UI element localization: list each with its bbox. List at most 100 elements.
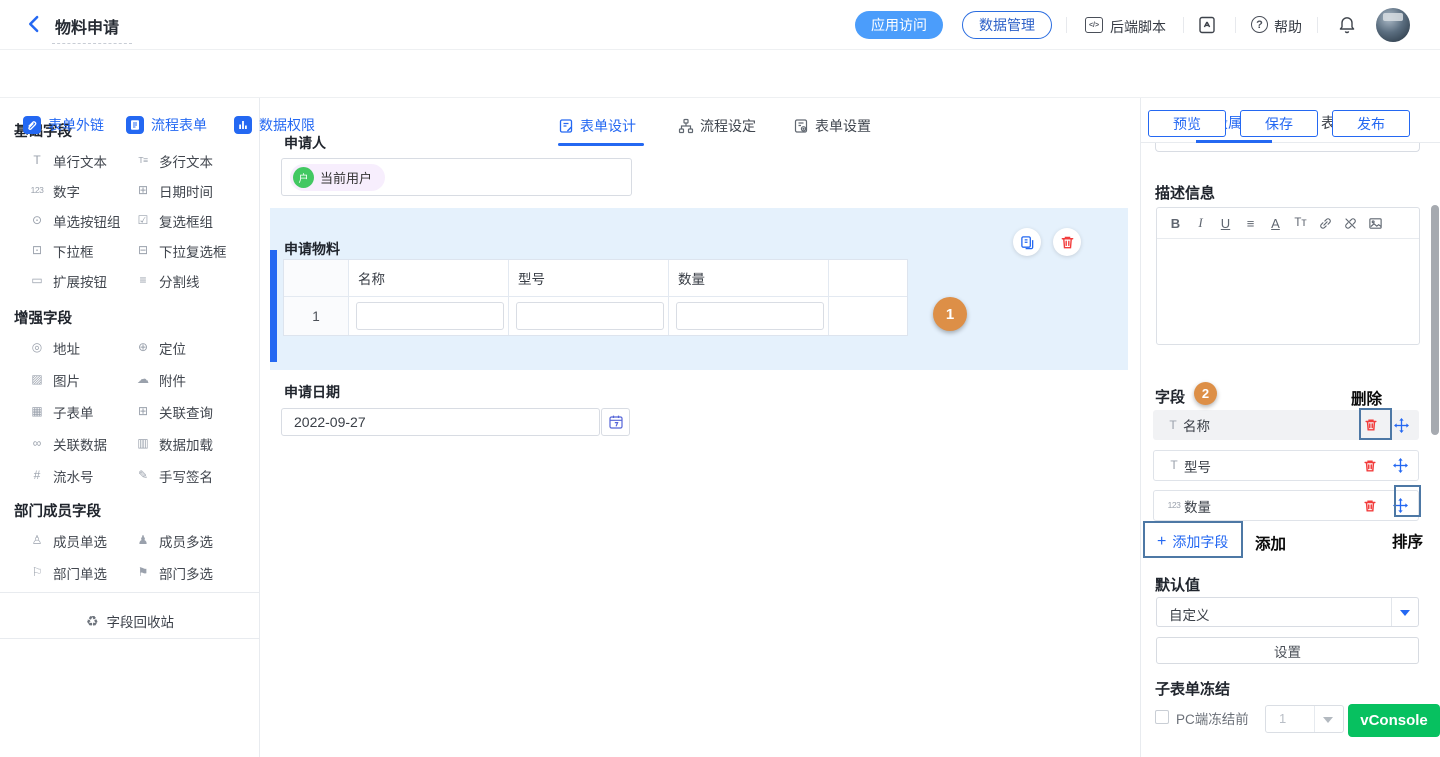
contacts-button[interactable]	[1197, 15, 1217, 35]
date-value: 2022-09-27	[294, 414, 366, 430]
linked-data-icon: ∞	[28, 435, 46, 452]
field-recycle-bin-button[interactable]: ♻ 字段回收站	[0, 606, 260, 636]
tab-form-design[interactable]: 表单设计	[558, 116, 636, 136]
address-icon: ◎	[28, 339, 46, 356]
data-permission-button[interactable]: 数据权限	[234, 115, 315, 135]
backend-script-button[interactable]: 后端脚本	[1110, 17, 1166, 37]
date-input[interactable]: 2022-09-27	[281, 408, 600, 436]
insert-image-button[interactable]	[1363, 216, 1388, 231]
move-field-row-handle[interactable]	[1393, 417, 1409, 433]
font-color-button[interactable]: A	[1263, 216, 1288, 231]
italic-button[interactable]: I	[1188, 215, 1213, 231]
sidebar-item-data-load[interactable]: ▥数据加载	[134, 435, 213, 452]
sidebar-item-linked-query[interactable]: ⊞关联查询	[134, 403, 213, 420]
sidebar-item-select[interactable]: ⊡下拉框	[28, 242, 94, 259]
properties-panel: 字段属性 表单属性 描述信息 B I U ≡ A Tт	[1140, 98, 1440, 757]
underline-button[interactable]: U	[1213, 216, 1238, 231]
tab-flow-setting[interactable]: 流程设定	[678, 116, 756, 136]
sidebar-item-divider[interactable]: ≡分割线	[134, 272, 200, 289]
user-avatar[interactable]	[1376, 8, 1410, 42]
sidebar-item-label: 部门多选	[159, 563, 213, 583]
date-picker-button[interactable]	[601, 408, 630, 436]
sidebar-divider	[0, 592, 260, 593]
sidebar-item-linked-data[interactable]: ∞ 关联数据	[28, 435, 107, 452]
sidebar-item-member-multi[interactable]: ♟成员多选	[134, 532, 213, 549]
flow-form-label: 流程表单	[151, 115, 207, 135]
field-row-quantity[interactable]: 123 数量	[1153, 490, 1419, 521]
help-button[interactable]: 帮助	[1274, 17, 1302, 37]
preview-button[interactable]: 预览	[1148, 110, 1226, 137]
section-title-dept-member-fields: 部门成员字段	[14, 500, 101, 521]
default-value-select[interactable]: 自定义	[1156, 597, 1419, 627]
checkbox-group-icon: ☑	[134, 212, 152, 229]
truncated-field-name-input[interactable]	[1155, 143, 1420, 152]
calendar-icon	[608, 414, 624, 430]
sidebar-item-multi-line-text[interactable]: T≡多行文本	[134, 152, 213, 169]
pc-freeze-checkbox[interactable]	[1155, 710, 1169, 724]
sidebar-item-multi-select[interactable]: ⊟下拉复选框	[134, 242, 227, 259]
freeze-count-select[interactable]: 1	[1265, 705, 1344, 733]
bold-button[interactable]: B	[1163, 216, 1188, 231]
data-manage-button[interactable]: 数据管理	[962, 11, 1052, 39]
align-button[interactable]: ≡	[1238, 216, 1263, 231]
dept-single-icon: ⚐	[28, 564, 46, 581]
sidebar-item-subform[interactable]: ▦子表单	[28, 403, 94, 420]
sidebar-item-address[interactable]: ◎地址	[28, 339, 80, 356]
delete-field-row-button[interactable]	[1362, 498, 1378, 514]
notification-bell-button[interactable]	[1337, 14, 1357, 36]
copy-field-button[interactable]	[1013, 228, 1041, 256]
serial-number-icon: #	[28, 467, 46, 484]
sidebar-item-label: 多行文本	[159, 151, 213, 171]
sidebar-item-serial-number[interactable]: # 流水号	[28, 467, 94, 484]
delete-field-button[interactable]	[1053, 228, 1081, 256]
copy-icon	[1020, 235, 1035, 250]
unlink-icon[interactable]	[1338, 216, 1363, 231]
sidebar-item-radio-group[interactable]: ⊙单选按钮组	[28, 212, 121, 229]
sidebar-item-checkbox-group[interactable]: ☑复选框组	[134, 212, 213, 229]
tab-form-setting[interactable]: 表单设置	[793, 116, 871, 136]
sidebar-item-label: 日期时间	[159, 181, 213, 201]
cell-model	[509, 297, 669, 335]
name-cell-input[interactable]	[356, 302, 504, 330]
sidebar-item-dept-multi[interactable]: ⚑ 部门多选	[134, 564, 213, 581]
dept-multi-icon: ⚑	[134, 564, 152, 581]
sidebar-item-datetime[interactable]: ⊞日期时间	[134, 182, 213, 199]
sidebar-item-image[interactable]: ▨图片	[28, 371, 80, 388]
annotation-box-delete	[1359, 408, 1392, 440]
sidebar-item-number[interactable]: 123数字	[28, 182, 80, 199]
flow-form-button[interactable]: 流程表单	[126, 115, 207, 135]
form-external-link-button[interactable]: 表单外链	[23, 115, 104, 135]
description-section-label: 描述信息	[1155, 182, 1215, 203]
subform-field-selected[interactable]: 申请物料 名称 型号 数量 1	[270, 208, 1128, 370]
app-access-button[interactable]: 应用访问	[855, 11, 943, 39]
applicant-input[interactable]: 户 当前用户	[281, 158, 632, 196]
form-setting-icon	[793, 118, 809, 134]
delete-field-row-button[interactable]	[1362, 458, 1378, 474]
quantity-cell-input[interactable]	[676, 302, 824, 330]
sidebar-item-signature[interactable]: ✎手写签名	[134, 467, 213, 484]
description-rich-text-editor[interactable]: B I U ≡ A Tт	[1156, 207, 1420, 345]
link-button[interactable]	[1313, 216, 1338, 231]
settings-button[interactable]: 设置	[1156, 637, 1419, 664]
save-button[interactable]: 保存	[1240, 110, 1318, 137]
top-header: 物料申请 应用访问 数据管理 </> 后端脚本 ? 帮助	[0, 0, 1440, 50]
linked-query-icon: ⊞	[134, 403, 152, 420]
sidebar-item-location[interactable]: ⊕定位	[134, 339, 186, 356]
current-user-tag[interactable]: 户 当前用户	[290, 164, 385, 191]
flow-form-icon	[126, 116, 144, 134]
font-size-button[interactable]: Tт	[1288, 217, 1313, 229]
publish-button[interactable]: 发布	[1332, 110, 1410, 137]
back-button[interactable]	[24, 14, 46, 36]
sidebar-item-attachment[interactable]: ☁附件	[134, 371, 186, 388]
sidebar-item-label: 流水号	[53, 466, 94, 486]
field-row-model[interactable]: T 型号	[1153, 450, 1419, 481]
vconsole-button[interactable]: vConsole	[1348, 704, 1440, 737]
sidebar-item-extend-button[interactable]: ▭扩展按钮	[28, 272, 107, 289]
model-cell-input[interactable]	[516, 302, 664, 330]
sidebar-item-dept-single[interactable]: ⚐部门单选	[28, 564, 107, 581]
sidebar-item-member-single[interactable]: ♙成员单选	[28, 532, 107, 549]
move-field-row-handle[interactable]	[1392, 458, 1408, 474]
sidebar-item-label: 关联数据	[53, 434, 107, 454]
panel-scrollbar[interactable]	[1431, 205, 1439, 435]
sidebar-item-single-line-text[interactable]: T单行文本	[28, 152, 107, 169]
